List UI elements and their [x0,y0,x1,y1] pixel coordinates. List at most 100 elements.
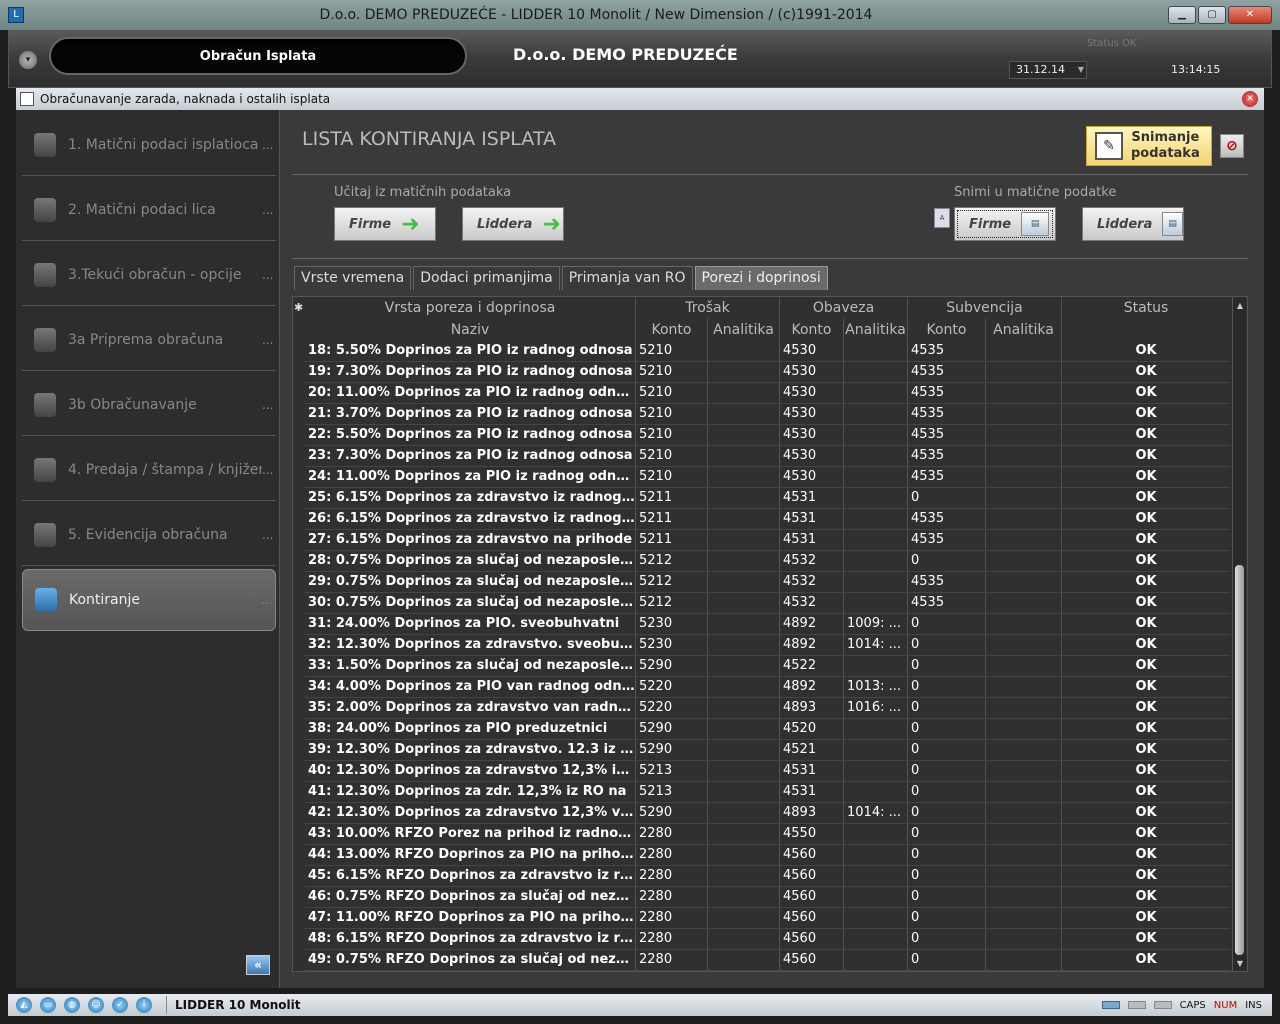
table-cell[interactable]: 0 [908,845,986,865]
table-row[interactable]: 49: 0.75% RFZO Doprinos za slučaj od nez… [305,950,1230,971]
table-cell[interactable] [986,383,1062,403]
table-cell[interactable]: 40: 12.30% Doprinos za zdravstvo 12,3% i… [305,761,636,781]
table-cell[interactable]: OK [1062,362,1230,382]
sidebar-item-obracunavanje[interactable]: 3b Obračunavanje... [22,374,276,436]
table-cell[interactable]: 4530 [780,446,844,466]
table-cell[interactable]: OK [1062,824,1230,844]
header-vrsta[interactable]: Vrsta poreza i doprinosa [305,297,636,319]
scroll-down-icon[interactable]: ▼ [1235,959,1245,969]
table-cell[interactable]: 5210 [636,341,708,361]
info-icon[interactable]: i [136,997,152,1013]
table-cell[interactable] [708,677,780,697]
table-cell[interactable]: 5210 [636,383,708,403]
table-row[interactable]: 46: 0.75% RFZO Doprinos za slučaj od nez… [305,887,1230,908]
table-cell[interactable]: 31: 24.00% Doprinos za PIO. sveobuhvatni [305,614,636,634]
tab-porezi-i-doprinosi[interactable]: Porezi i doprinosi [694,266,828,290]
table-cell[interactable]: 0 [908,677,986,697]
table-cell[interactable]: 25: 6.15% Doprinos za zdravstvo iz radno… [305,488,636,508]
table-cell[interactable] [708,887,780,907]
text-format-icon[interactable]: A [934,208,950,228]
table-cell[interactable]: OK [1062,887,1230,907]
table-cell[interactable]: 32: 12.30% Doprinos za zdravstvo. sveobu… [305,635,636,655]
table-cell[interactable]: 2280 [636,887,708,907]
table-cell[interactable] [708,740,780,760]
table-cell[interactable] [986,803,1062,823]
tab-primanja-van-ro[interactable]: Primanja van RO [561,266,693,290]
table-cell[interactable]: 4892 [780,614,844,634]
table-row[interactable]: 29: 0.75% Doprinos za slučaj od nezaposl… [305,572,1230,593]
table-cell[interactable]: 0 [908,824,986,844]
table-cell[interactable]: 19: 7.30% Doprinos za PIO iz radnog odno… [305,362,636,382]
table-row[interactable]: 48: 6.15% RFZO Doprinos za zdravstvo iz … [305,929,1230,950]
table-cell[interactable]: 5211 [636,509,708,529]
table-cell[interactable]: 5220 [636,677,708,697]
table-cell[interactable] [986,845,1062,865]
header-trosak[interactable]: Trošak [636,297,780,319]
table-cell[interactable]: 2280 [636,866,708,886]
table-cell[interactable] [986,488,1062,508]
table-cell[interactable]: OK [1062,866,1230,886]
data-grid[interactable]: ✱ Vrsta poreza i doprinosa Trošak Obavez… [292,296,1248,972]
table-row[interactable]: 19: 7.30% Doprinos za PIO iz radnog odno… [305,362,1230,383]
table-cell[interactable]: 1014: ... [844,803,908,823]
table-cell[interactable] [708,341,780,361]
table-cell[interactable]: 0 [908,761,986,781]
table-cell[interactable]: OK [1062,446,1230,466]
table-cell[interactable] [708,845,780,865]
table-row[interactable]: 30: 0.75% Doprinos za slučaj od nezaposl… [305,593,1230,614]
table-row[interactable]: 41: 12.30% Doprinos za zdr. 12,3% iz RO … [305,782,1230,803]
table-cell[interactable]: 5210 [636,446,708,466]
table-cell[interactable]: 1014: ... [844,635,908,655]
load-firme-button[interactable]: Firme ➜ [334,207,436,241]
table-cell[interactable]: 5220 [636,698,708,718]
table-cell[interactable]: 18: 5.50% Doprinos za PIO iz radnog odno… [305,341,636,361]
table-cell[interactable]: 5210 [636,467,708,487]
header-obaveza[interactable]: Obaveza [780,297,908,319]
new-row-icon[interactable]: ✱ [294,301,303,314]
table-row[interactable]: 22: 5.50% Doprinos za PIO iz radnog odno… [305,425,1230,446]
table-cell[interactable] [844,908,908,928]
sidebar-item-maticni-isplatioca[interactable]: 1. Matični podaci isplatioca... [22,114,276,176]
table-cell[interactable] [986,824,1062,844]
table-cell[interactable]: 4521 [780,740,844,760]
table-cell[interactable] [708,824,780,844]
app-icon[interactable]: L [8,7,24,23]
table-cell[interactable] [844,467,908,487]
table-cell[interactable] [844,551,908,571]
table-row[interactable]: 27: 6.15% Doprinos za zdravstvo na priho… [305,530,1230,551]
table-cell[interactable]: 4530 [780,341,844,361]
table-cell[interactable]: OK [1062,614,1230,634]
table-cell[interactable]: OK [1062,908,1230,928]
table-row[interactable]: 28: 0.75% Doprinos za slučaj od nezaposl… [305,551,1230,572]
table-row[interactable]: 40: 12.30% Doprinos za zdravstvo 12,3% i… [305,761,1230,782]
table-cell[interactable] [986,425,1062,445]
table-cell[interactable]: 4535 [908,467,986,487]
table-row[interactable]: 31: 24.00% Doprinos za PIO. sveobuhvatni… [305,614,1230,635]
table-cell[interactable]: 4531 [780,782,844,802]
table-cell[interactable]: OK [1062,572,1230,592]
table-cell[interactable] [708,593,780,613]
table-row[interactable]: 42: 12.30% Doprinos za zdravstvo 12,3% v… [305,803,1230,824]
table-cell[interactable] [986,593,1062,613]
table-cell[interactable]: 0 [908,803,986,823]
globe-icon[interactable]: ◍ [64,997,80,1013]
table-row[interactable]: 39: 12.30% Doprinos za zdravstvo. 12.3 i… [305,740,1230,761]
table-row[interactable]: 44: 13.00% RFZO Doprinos za PIO na priho… [305,845,1230,866]
table-cell[interactable]: 4535 [908,593,986,613]
table-cell[interactable]: 4530 [780,404,844,424]
table-cell[interactable] [708,782,780,802]
sidebar-item-kontiranje[interactable]: Kontiranje... [22,569,276,631]
table-cell[interactable]: 4531 [780,530,844,550]
check-icon[interactable]: ✓ [112,997,128,1013]
save-liddera-button[interactable]: Liddera ▤ [1082,207,1184,241]
table-cell[interactable] [708,425,780,445]
table-cell[interactable] [708,551,780,571]
table-cell[interactable]: 24: 11.00% Doprinos za PIO iz radnog odn… [305,467,636,487]
table-cell[interactable]: OK [1062,488,1230,508]
table-row[interactable]: 43: 10.00% RFZO Porez na prihod iz radno… [305,824,1230,845]
table-cell[interactable]: OK [1062,341,1230,361]
table-row[interactable]: 23: 7.30% Doprinos za PIO iz radnog odno… [305,446,1230,467]
table-cell[interactable]: 5213 [636,782,708,802]
table-row[interactable]: 32: 12.30% Doprinos za zdravstvo. sveobu… [305,635,1230,656]
table-cell[interactable] [708,761,780,781]
